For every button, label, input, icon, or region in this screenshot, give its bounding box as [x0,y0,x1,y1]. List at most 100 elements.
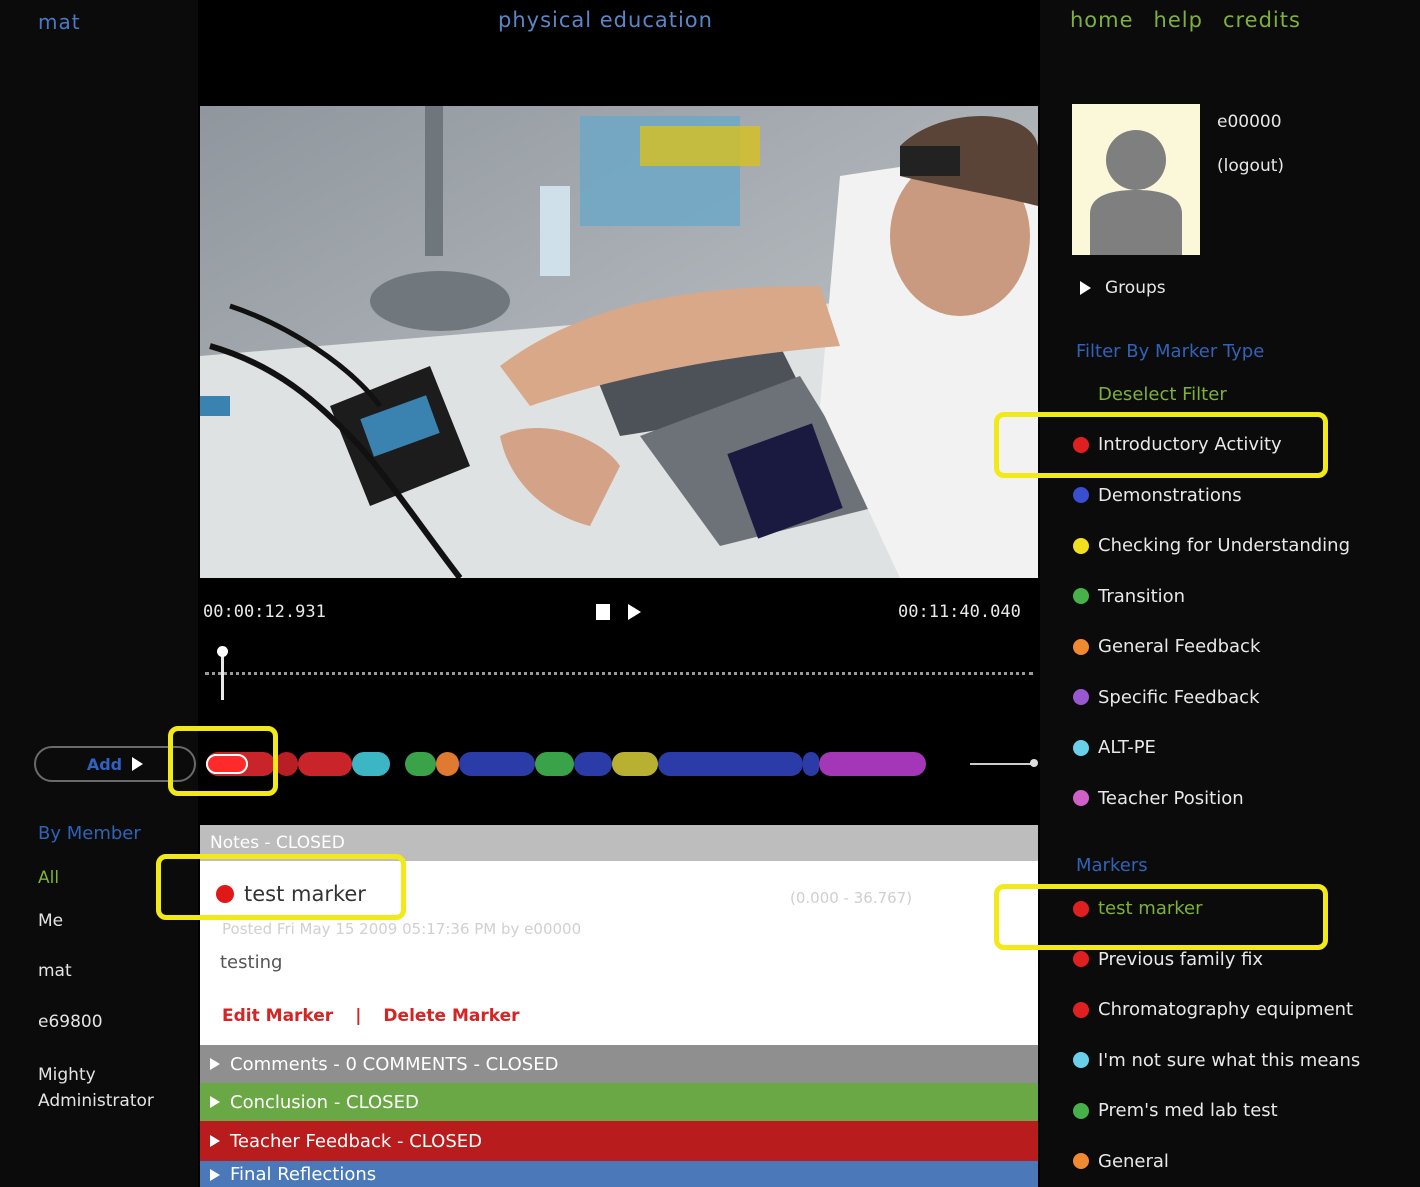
marker-item[interactable]: I'm not sure what this means [1073,1050,1360,1071]
marker-item[interactable]: Chromatography equipment [1073,999,1353,1020]
top-nav: home help credits [1070,8,1301,32]
color-dot-icon [1073,739,1089,756]
logout-link[interactable]: (logout) [1217,156,1284,176]
timeline-segment[interactable] [297,752,352,776]
avatar [1072,104,1200,255]
timeline-segment[interactable] [535,752,574,776]
filter-item[interactable]: Teacher Position [1073,788,1244,809]
filter-heading: Filter By Marker Type [1076,341,1265,362]
expand-arrow-icon [210,1058,220,1070]
timeline-segment[interactable] [573,752,612,776]
timeline-track-end [970,763,1032,765]
conclusion-section-label: Conclusion - CLOSED [230,1091,419,1113]
marker-item[interactable]: Prem's med lab test [1073,1100,1278,1121]
teacher-feedback-section[interactable]: Teacher Feedback - CLOSED [200,1121,1038,1161]
filter-item[interactable]: Checking for Understanding [1073,535,1350,556]
highlight-filter-item [994,412,1328,478]
filter-item[interactable]: Specific Feedback [1073,687,1260,708]
groups-label: Groups [1105,278,1166,298]
color-dot-icon [1073,1102,1089,1119]
current-time: 00:00:12.931 [203,602,326,622]
add-label: Add [86,754,123,774]
timeline-segment[interactable] [657,752,804,776]
timeline-segment[interactable] [351,752,390,776]
duration-time: 00:11:40.040 [898,602,1021,622]
nav-home[interactable]: home [1070,8,1134,32]
stop-button[interactable] [596,604,610,620]
timeline-segment[interactable] [803,752,819,776]
timeline-segment[interactable] [274,752,298,776]
member-all[interactable]: All [38,868,59,888]
filter-item-label: ALT-PE [1098,737,1156,758]
filter-item[interactable]: Transition [1073,586,1185,607]
scrub-track[interactable] [205,672,1033,675]
highlight-marker-item [994,884,1328,950]
marker-range: (0.000 - 36.767) [790,889,913,907]
color-dot-icon [1073,487,1089,503]
marker-note-text: testing [220,952,283,973]
groups-toggle[interactable]: Groups [1080,278,1166,298]
color-dot-icon [1073,689,1089,705]
filter-item-label: Teacher Position [1098,787,1244,809]
by-member-heading: By Member [38,823,141,844]
comments-section[interactable]: Comments - 0 COMMENTS - CLOSED [200,1045,1038,1083]
delete-marker-link[interactable]: Delete Marker [383,1006,519,1026]
timeline-segment[interactable] [405,752,436,776]
timeline-end-knob [1030,759,1038,767]
markers-heading: Markers [1076,855,1148,876]
comments-section-label: Comments - 0 COMMENTS - CLOSED [230,1053,559,1075]
play-arrow-icon [132,757,144,771]
filter-item[interactable]: ALT-PE [1073,737,1156,758]
teacher-feedback-section-label: Teacher Feedback - CLOSED [230,1130,482,1152]
member-mat[interactable]: mat [38,961,72,981]
playhead-knob[interactable] [217,646,228,657]
edit-marker-link[interactable]: Edit Marker [222,1006,333,1026]
color-dot-icon [1073,951,1089,967]
color-dot-icon [1073,638,1089,655]
filter-item-label: Checking for Understanding [1098,535,1351,556]
member-mighty-administrator[interactable]: Mighty Administrator [38,1062,154,1114]
timeline-segment[interactable] [458,752,536,776]
deselect-filter-link[interactable]: Deselect Filter [1098,384,1227,405]
color-dot-icon [1073,1052,1089,1068]
expand-arrow-icon [210,1096,220,1108]
marker-actions: Edit Marker | Delete Marker [222,1006,520,1026]
timeline-segment[interactable] [435,752,459,776]
highlight-note-title [156,854,406,920]
filter-item-label: Specific Feedback [1098,686,1260,708]
highlight-selected-segment [168,726,278,796]
timeline-segment[interactable] [611,752,658,776]
marker-item-label: General [1098,1150,1169,1172]
marker-item-label: Prem's med lab test [1098,1100,1278,1121]
expand-arrow-icon [1080,281,1091,295]
marker-item-label: I'm not sure what this means [1098,1049,1361,1071]
member-e69800[interactable]: e69800 [38,1012,103,1032]
color-dot-icon [1073,790,1089,806]
filter-item[interactable]: Demonstrations [1073,485,1242,506]
nav-credits[interactable]: credits [1223,8,1301,32]
marker-item[interactable]: General [1073,1151,1169,1172]
nav-help[interactable]: help [1154,8,1203,32]
marker-posted-info: Posted Fri May 15 2009 05:17:36 PM by e0… [222,920,582,938]
notes-header-label: Notes - CLOSED [210,833,345,853]
color-dot-icon [1073,588,1089,604]
timeline-segment[interactable] [818,752,927,776]
play-button[interactable] [628,604,641,620]
avatar-silhouette-icon [1090,130,1182,255]
color-dot-icon [1073,537,1089,554]
user-link[interactable]: mat [38,10,81,34]
color-dot-icon [1073,1153,1089,1169]
marker-item-label: Chromatography equipment [1098,999,1354,1020]
video-frame-image [200,106,1038,578]
color-dot-icon [1073,1001,1089,1018]
video-player[interactable] [200,106,1038,578]
action-separator: | [355,1006,362,1026]
filter-item[interactable]: General Feedback [1073,636,1260,657]
expand-arrow-icon [210,1135,220,1147]
final-reflections-section-label: Final Reflections [230,1164,377,1185]
member-me[interactable]: Me [38,911,63,931]
expand-arrow-icon [210,1168,220,1181]
conclusion-section[interactable]: Conclusion - CLOSED [200,1083,1038,1121]
final-reflections-section[interactable]: Final Reflections [200,1161,1038,1187]
marker-item[interactable]: Previous family fix [1073,949,1263,970]
